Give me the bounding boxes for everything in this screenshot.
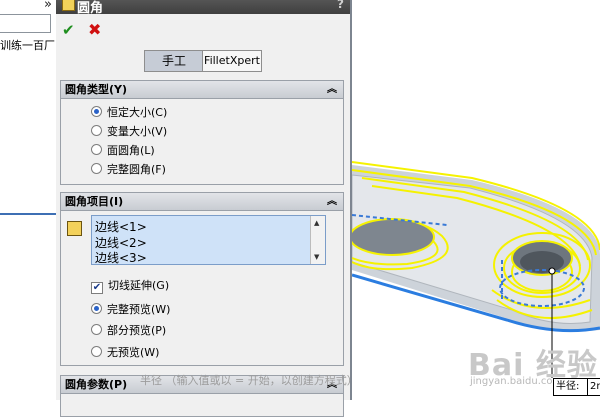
fillet-params-title: 圆角参数(P) [65, 378, 128, 391]
radio-label: 完整圆角(F) [107, 163, 166, 176]
radio-full-preview[interactable]: 完整预览(W) [91, 301, 170, 317]
radio-full-round[interactable]: 完整圆角(F) [91, 161, 166, 177]
fillet-items-title: 圆角项目(I) [65, 195, 124, 208]
tab-manual[interactable]: 手工 [144, 50, 204, 72]
radio-icon [91, 346, 102, 357]
radius-label: 半径: [556, 381, 580, 392]
ok-button[interactable]: ✔ [62, 21, 75, 39]
radio-no-preview[interactable]: 无预览(W) [91, 344, 159, 360]
scroll-up-icon[interactable]: ▲ [314, 219, 319, 227]
radio-label: 恒定大小(C) [107, 106, 168, 119]
help-icon[interactable]: ? [337, 0, 344, 11]
panel-title: 圆角 [77, 1, 104, 16]
radio-label: 无预览(W) [107, 346, 160, 359]
radio-icon [91, 163, 102, 174]
checkbox-checked-icon: ✔ [91, 282, 103, 294]
expand-arrows-icon[interactable]: » [44, 0, 52, 12]
fillet-items-group: 圆角项目(I) ︽ 边线<1> 边线<2> 边线<3> ▲ ▼ ✔ 切线延伸(G)… [60, 192, 344, 366]
fillet-property-manager: 圆角 ? ✔ ✖ 手工 FilletXpert 圆角类型(Y) ︽ 恒定大小(C… [56, 0, 352, 417]
radio-selected-icon [91, 106, 102, 117]
list-item[interactable]: 边线<3> [95, 249, 147, 266]
fillet-type-group: 圆角类型(Y) ︽ 恒定大小(C) 变量大小(V) 面圆角(L) 完整圆角(F) [60, 80, 344, 185]
radio-selected-icon [91, 303, 102, 314]
radio-constant-size[interactable]: 恒定大小(C) [91, 104, 167, 120]
radio-variable-size[interactable]: 变量大小(V) [91, 123, 167, 139]
radio-label: 变量大小(V) [107, 125, 168, 138]
tangent-propagation-checkbox[interactable]: ✔ 切线延伸(G) [91, 277, 169, 294]
radius-divider [587, 379, 588, 395]
radio-label: 部分预览(P) [107, 324, 167, 337]
radio-icon [91, 144, 102, 155]
edge-selection-icon [67, 221, 82, 236]
fillet-feature-icon [62, 0, 75, 11]
feature-tree-strip: » 训练一百厂 [0, 0, 57, 400]
tree-item-text[interactable]: 训练一百厂 [0, 37, 55, 53]
edge-list[interactable]: 边线<1> 边线<2> 边线<3> ▲ ▼ [91, 215, 326, 265]
list-item[interactable]: 边线<1> [95, 218, 147, 235]
list-scrollbar[interactable]: ▲ ▼ [310, 216, 325, 264]
fillet-type-header[interactable]: 圆角类型(Y) ︽ [61, 81, 343, 99]
watermark-url: jingyan.baidu.com [470, 376, 563, 387]
radius-callout[interactable]: 半径: 2m [553, 378, 600, 396]
radius-value-input[interactable]: 2m [590, 379, 600, 395]
checkbox-label: 切线延伸(G) [108, 279, 170, 292]
fillet-items-header[interactable]: 圆角项目(I) ︽ [61, 193, 343, 211]
radio-icon [91, 125, 102, 136]
radio-label: 完整预览(W) [107, 303, 171, 316]
radio-icon [91, 324, 102, 335]
collapse-icon[interactable]: ︽ [327, 193, 337, 210]
cancel-button[interactable]: ✖ [88, 20, 101, 39]
radio-partial-preview[interactable]: 部分预览(P) [91, 322, 166, 338]
collapse-icon[interactable]: ︽ [327, 81, 337, 98]
radio-label: 面圆角(L) [107, 144, 155, 157]
fillet-type-title: 圆角类型(Y) [65, 83, 128, 96]
tab-filletxpert[interactable]: FilletXpert [202, 50, 262, 72]
scroll-down-icon[interactable]: ▼ [314, 253, 319, 261]
input-hint-text: 半径 （输入值或以 = 开始，以创建方程式） [140, 374, 358, 387]
radio-face-fillet[interactable]: 面圆角(L) [91, 142, 155, 158]
panel-title-bar: 圆角 ? [56, 0, 350, 16]
tree-filter-input[interactable] [0, 14, 51, 33]
tree-divider [0, 213, 56, 215]
